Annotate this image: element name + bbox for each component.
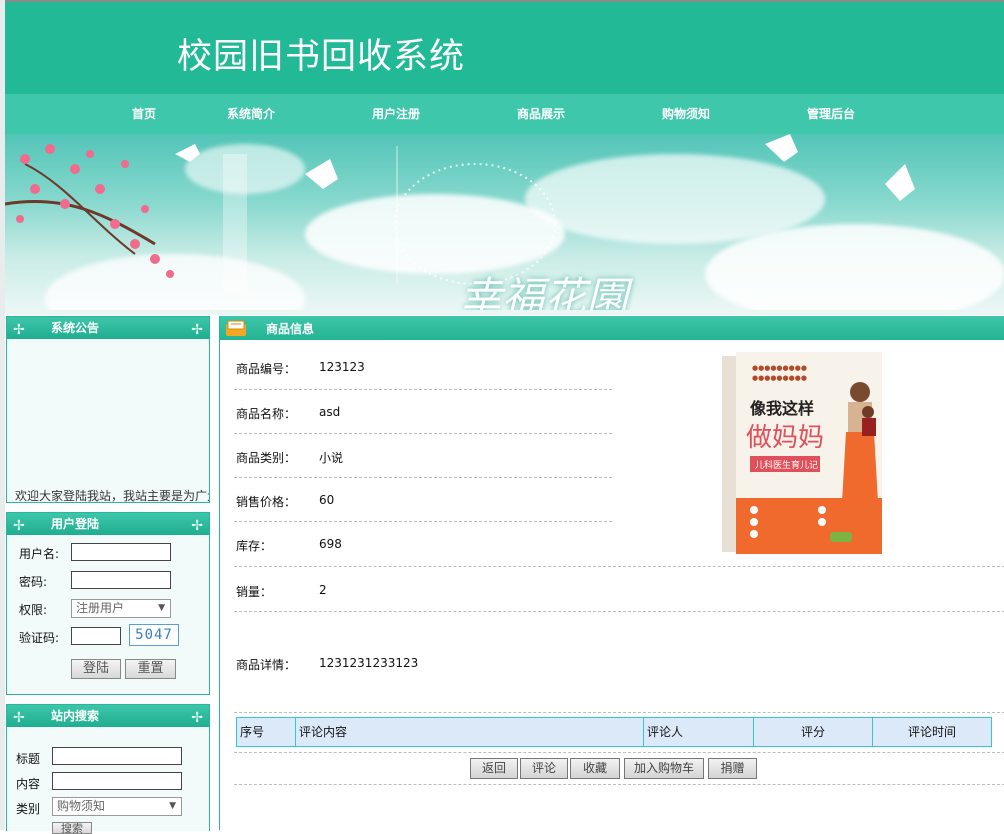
divider (234, 611, 1004, 612)
comment-col-score: 评分 (753, 718, 872, 746)
product-detail-value: 1231231233123 (319, 656, 419, 670)
comment-col-index: 序号 (240, 725, 265, 739)
banner-image: 幸福花園 (5, 134, 1004, 310)
favorite-button[interactable]: 收藏 (570, 758, 620, 779)
product-sales-value: 2 (319, 583, 327, 597)
book-icon (226, 320, 246, 336)
nav-intro[interactable]: 系统简介 (227, 105, 275, 122)
notice-box-title: 系统公告 (51, 321, 100, 335)
main-nav: 首页 系统简介 用户注册 商品展示 购物须知 管理后台 (5, 94, 1004, 134)
product-category-label: 商品类别： (236, 451, 297, 465)
product-name-value: asd (319, 405, 341, 419)
site-header: 校园旧书回收系统 (5, 2, 1004, 94)
role-select-value: 注册用户 (76, 601, 125, 615)
chevron-down-icon: ▼ (169, 801, 176, 811)
product-name-label: 商品名称： (236, 407, 297, 421)
product-stock-label: 库存： (236, 539, 273, 553)
search-button[interactable]: 搜索 (52, 822, 92, 834)
ornament-left-icon: ✢ (13, 710, 25, 726)
site-search-box: ✢ 站内搜索 ✢ 标题 内容 类别 购物须知 ▼ 搜索 (6, 704, 210, 834)
svg-text:●●●●●●●●●: ●●●●●●●●● (752, 374, 807, 382)
product-sales-label: 销量： (236, 585, 273, 599)
divider (234, 712, 1004, 713)
divider (234, 784, 1004, 785)
banner-text: 幸福花園 (460, 273, 629, 310)
search-category-select[interactable]: 购物须知 ▼ (52, 797, 182, 816)
banner-bottom-strip (5, 310, 1004, 315)
comment-col-time: 评论时间 (872, 718, 991, 746)
search-category-label: 类别 (16, 802, 41, 816)
search-title-label: 标题 (16, 752, 41, 766)
product-detail-label: 商品详情： (236, 658, 297, 672)
divider (234, 389, 612, 390)
main-content: 商品信息 商品编号： 123123 商品名称： asd 商品类别： 小说 销售价… (219, 316, 1004, 830)
ornament-left-icon: ✢ (13, 518, 25, 534)
product-category-value: 小说 (319, 451, 344, 465)
role-select[interactable]: 注册用户 ▼ (71, 599, 171, 618)
search-category-value: 购物须知 (57, 799, 106, 813)
search-content-label: 内容 (16, 777, 41, 791)
captcha-input[interactable] (71, 627, 121, 645)
divider (234, 566, 1004, 567)
captcha-label: 验证码: (19, 631, 60, 645)
role-label: 权限: (19, 603, 48, 617)
cover-title-line1: 像我这样 (750, 399, 814, 418)
comments-table-header: 序号 评论内容 评论人 评分 评论时间 (236, 717, 992, 747)
notice-box-header: ✢ 系统公告 ✢ (7, 317, 209, 339)
add-to-cart-button[interactable]: 加入购物车 (624, 758, 704, 779)
cover-title-line2: 做妈妈 (746, 423, 824, 453)
product-stock-value: 698 (319, 537, 342, 551)
captcha-image[interactable]: 5047 (129, 624, 179, 646)
reset-button[interactable]: 重置 (125, 659, 176, 679)
product-price-value: 60 (319, 493, 335, 507)
comment-col-author: 评论人 (643, 718, 753, 746)
login-box: ✢ 用户登陆 ✢ 用户名: 密码: 权限: 注册用户 ▼ 验证码: 5047 登… (6, 512, 210, 695)
product-id-label: 商品编号： (236, 362, 297, 376)
nav-admin[interactable]: 管理后台 (807, 105, 855, 122)
donate-button[interactable]: 捐赠 (708, 758, 757, 779)
comment-col-content: 评论内容 (295, 718, 643, 746)
ornament-right-icon: ✢ (191, 710, 203, 726)
nav-products[interactable]: 商品展示 (517, 105, 565, 122)
search-box-title: 站内搜索 (51, 709, 100, 723)
notice-marquee: 欢迎大家登陆我站，我站主要是为广大 (7, 339, 209, 502)
comment-button[interactable]: 评论 (520, 758, 568, 779)
product-section-title: 商品信息 (266, 322, 315, 336)
notice-text: 欢迎大家登陆我站，我站主要是为广大 (15, 489, 209, 502)
nav-shopping-guide[interactable]: 购物须知 (662, 105, 710, 122)
ornament-right-icon: ✢ (191, 518, 203, 534)
product-section-header: 商品信息 (220, 316, 1004, 340)
login-box-header: ✢ 用户登陆 ✢ (7, 513, 209, 535)
nav-register[interactable]: 用户注册 (372, 105, 420, 122)
site-title: 校园旧书回收系统 (177, 37, 466, 77)
chevron-down-icon: ▼ (158, 603, 165, 613)
notice-box: ✢ 系统公告 ✢ 欢迎大家登陆我站，我站主要是为广大 (6, 316, 210, 503)
cover-subtitle: 儿科医生育儿记 (755, 459, 818, 471)
back-button[interactable]: 返回 (470, 758, 518, 779)
product-cover-image: ●●●●●●●●● ●●●●●●●●● 像我这样 做妈妈 儿科医生育儿记 (722, 352, 882, 554)
divider (234, 433, 612, 434)
search-box-header: ✢ 站内搜索 ✢ (7, 705, 209, 727)
username-label: 用户名: (19, 547, 60, 561)
password-input[interactable] (71, 571, 171, 589)
search-content-input[interactable] (52, 772, 182, 790)
product-price-label: 销售价格： (236, 495, 297, 509)
divider (234, 521, 612, 522)
ornament-left-icon: ✢ (13, 322, 25, 338)
username-input[interactable] (71, 543, 171, 561)
svg-text:●●●●●●●●●: ●●●●●●●●● (752, 364, 807, 372)
divider (234, 477, 612, 478)
product-id-value: 123123 (319, 360, 365, 374)
password-label: 密码: (19, 575, 48, 589)
search-title-input[interactable] (52, 747, 182, 765)
divider (234, 752, 1004, 753)
nav-home[interactable]: 首页 (132, 105, 156, 122)
ornament-right-icon: ✢ (191, 322, 203, 338)
login-button[interactable]: 登陆 (71, 659, 121, 679)
login-box-title: 用户登陆 (51, 517, 100, 531)
